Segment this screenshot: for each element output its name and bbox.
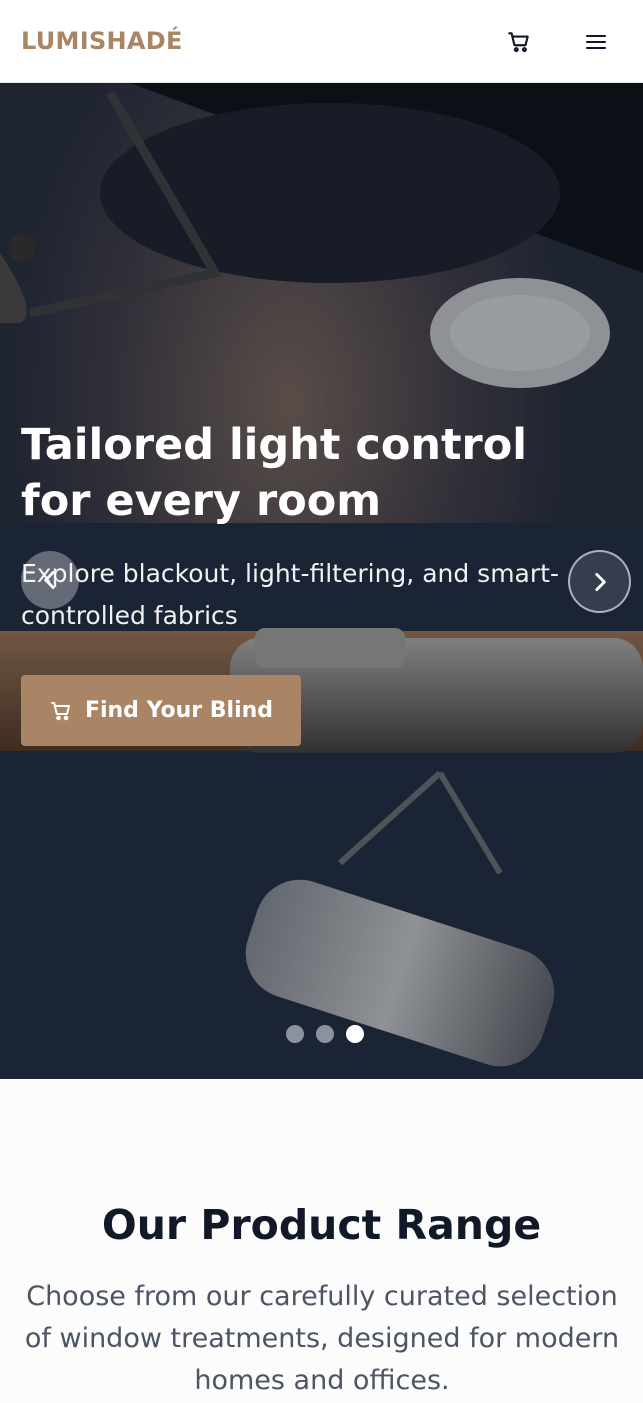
brand-logo[interactable]: LUMISHADÉ — [21, 27, 183, 55]
cart-icon — [50, 701, 70, 720]
hero-title: Tailored light control for every room — [21, 420, 528, 526]
carousel-dot-1[interactable] — [286, 1025, 304, 1043]
carousel-next-button[interactable] — [568, 550, 631, 613]
chevron-right-icon — [594, 572, 606, 591]
carousel-indicators — [286, 1025, 364, 1043]
section-title: Our Product Range — [101, 1201, 542, 1249]
cart-icon — [508, 32, 529, 53]
carousel-dot-3[interactable] — [346, 1025, 364, 1043]
product-range-section: Our Product Range Choose from our carefu… — [0, 1079, 643, 1403]
menu-button[interactable] — [580, 26, 612, 58]
site-header: LUMISHADÉ — [0, 0, 643, 83]
chevron-left-icon — [44, 571, 55, 589]
cta-label: Find Your Blind — [84, 698, 274, 723]
hero-carousel: Tailored light control for every room Ex… — [0, 83, 643, 1079]
section-description: Choose from our carefully curated select… — [24, 1281, 620, 1396]
cart-button[interactable] — [503, 26, 535, 58]
find-your-blind-button[interactable]: Find Your Blind — [21, 675, 301, 746]
menu-icon — [586, 35, 606, 49]
hero-subtitle: Explore blackout, light-filtering, and s… — [21, 559, 559, 630]
carousel-prev-button[interactable] — [21, 551, 79, 609]
carousel-dot-2[interactable] — [316, 1025, 334, 1043]
